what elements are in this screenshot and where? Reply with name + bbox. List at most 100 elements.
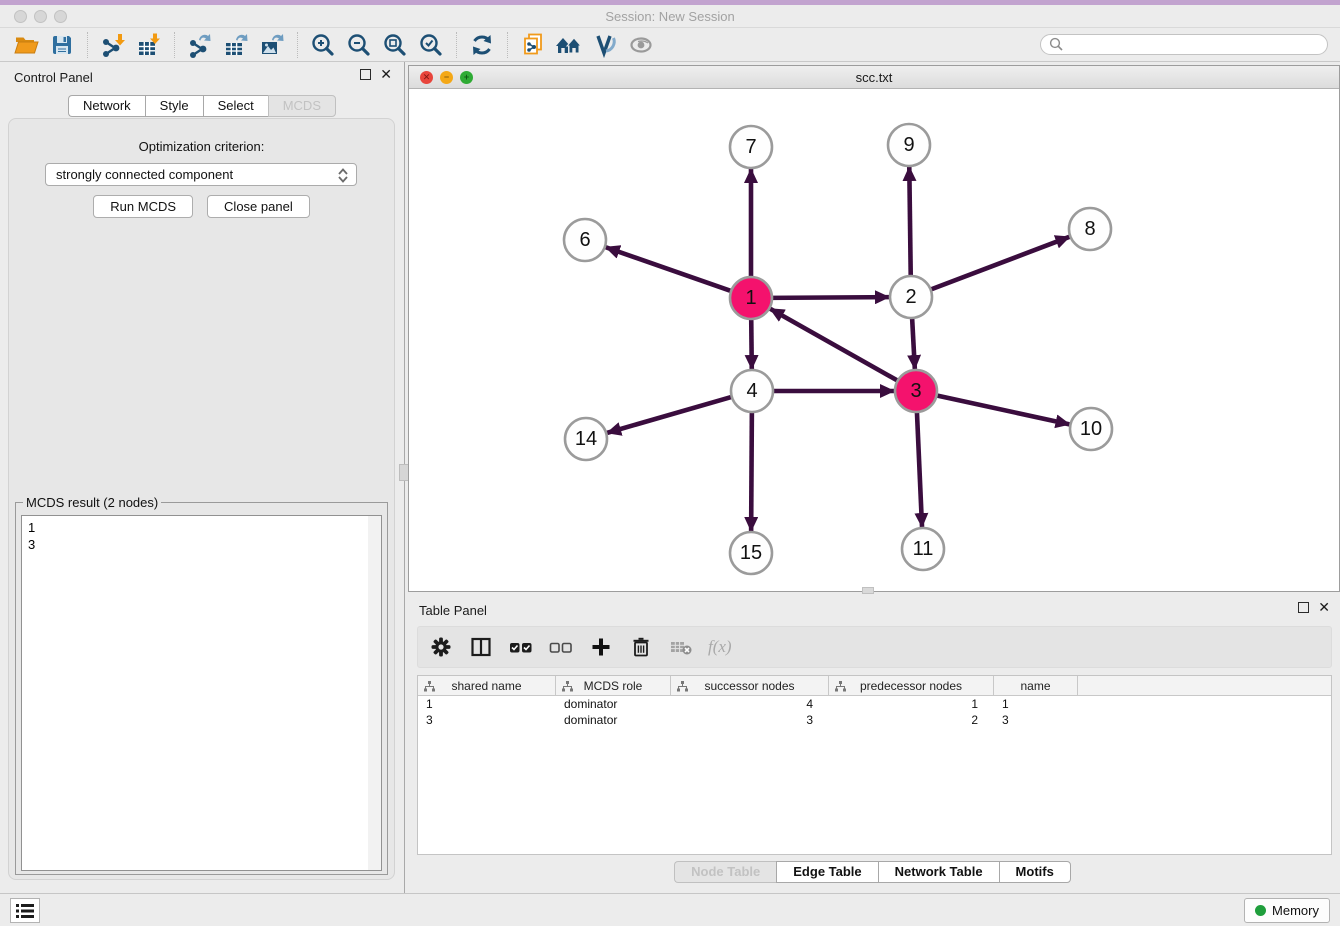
- deselect-all-icon[interactable]: [548, 634, 574, 660]
- graph-node-label-9: 9: [903, 134, 914, 156]
- table-cell[interactable]: 1: [418, 696, 556, 712]
- table-cell[interactable]: 3: [671, 712, 829, 728]
- column-header-label: MCDS role: [584, 679, 643, 693]
- column-header-name[interactable]: name: [994, 676, 1078, 695]
- memory-button[interactable]: Memory: [1244, 898, 1330, 923]
- mcds-result-text[interactable]: [21, 515, 382, 871]
- tab-network-table[interactable]: Network Table: [878, 861, 999, 883]
- optimization-criterion-label: Optimization criterion:: [9, 139, 394, 154]
- table-cell[interactable]: 2: [829, 712, 994, 728]
- control-panel-tabs: NetworkStyleSelectMCDS: [0, 95, 404, 117]
- show-columns-icon[interactable]: [468, 634, 494, 660]
- table-panel-tabs: Node TableEdge TableNetwork TableMotifs: [405, 861, 1340, 883]
- graph-edge-2-8[interactable]: [929, 237, 1070, 290]
- graph-edge-3-10[interactable]: [935, 395, 1070, 424]
- zoom-selected-icon[interactable]: [413, 30, 449, 60]
- fit-content-icon[interactable]: [377, 30, 413, 60]
- clone-network-icon[interactable]: [515, 30, 551, 60]
- graph-edge-1-2[interactable]: [770, 297, 889, 298]
- tab-select[interactable]: Select: [203, 95, 268, 117]
- export-image-icon[interactable]: [254, 30, 290, 60]
- table-row-0[interactable]: 1dominator411: [418, 696, 1331, 712]
- node-table: shared name MCDS role successor nodesprede…: [417, 675, 1332, 855]
- column-header-predecessor-nodes[interactable]: predecessor nodes: [829, 676, 994, 695]
- toolbar-separator: [297, 32, 298, 58]
- network-graph: 1234678910111415: [409, 89, 1339, 591]
- export-network-icon[interactable]: [182, 30, 218, 60]
- zoom-in-icon[interactable]: [305, 30, 341, 60]
- save-session-icon[interactable]: [44, 30, 80, 60]
- graph-node-label-8: 8: [1084, 218, 1095, 240]
- mcds-result-title: MCDS result (2 nodes): [23, 495, 161, 510]
- table-cell[interactable]: 3: [994, 712, 1078, 728]
- shared-column-icon: [424, 681, 435, 692]
- table-cell[interactable]: dominator: [556, 712, 671, 728]
- export-table-icon[interactable]: [218, 30, 254, 60]
- table-settings-icon[interactable]: [428, 634, 454, 660]
- graph-node-label-14: 14: [575, 428, 597, 450]
- main-toolbar: [0, 29, 1340, 62]
- table-panel-header: Table Panel ✕: [405, 595, 1340, 625]
- column-header-shared-name[interactable]: shared name: [418, 676, 556, 695]
- zoom-out-icon[interactable]: [341, 30, 377, 60]
- network-view-title: scc.txt: [409, 66, 1339, 89]
- network-canvas[interactable]: 1234678910111415: [409, 89, 1339, 591]
- graph-node-label-3: 3: [910, 380, 921, 402]
- table-panel-close-button[interactable]: ✕: [1318, 602, 1330, 613]
- app-title: Session: New Session: [0, 5, 1340, 28]
- table-cell[interactable]: 1: [994, 696, 1078, 712]
- graph-edge-1-4[interactable]: [751, 317, 752, 369]
- horizontal-splitter-handle[interactable]: [862, 587, 874, 594]
- show-graphics-details-icon[interactable]: [623, 30, 659, 60]
- table-row-1[interactable]: 3dominator323: [418, 712, 1331, 728]
- table-cell[interactable]: 3: [418, 712, 556, 728]
- tab-style[interactable]: Style: [145, 95, 203, 117]
- import-table-icon[interactable]: [131, 30, 167, 60]
- table-panel: Table Panel ✕: [405, 595, 1340, 893]
- graph-edge-3-1[interactable]: [770, 309, 899, 382]
- run-mcds-button[interactable]: Run MCDS: [93, 195, 193, 218]
- tab-mcds[interactable]: MCDS: [268, 95, 336, 117]
- column-header-successor-nodes[interactable]: successor nodes: [671, 676, 829, 695]
- shared-column-icon: [835, 681, 846, 692]
- graph-edge-2-3[interactable]: [912, 316, 915, 369]
- graph-edge-4-14[interactable]: [607, 396, 734, 433]
- tab-node-table[interactable]: Node Table: [674, 861, 776, 883]
- shared-column-icon: [562, 681, 573, 692]
- toolbar-separator: [87, 32, 88, 58]
- network-list-button[interactable]: [10, 898, 40, 923]
- delete-row-icon[interactable]: [628, 634, 654, 660]
- tab-motifs[interactable]: Motifs: [999, 861, 1071, 883]
- search-input[interactable]: [1064, 38, 1319, 52]
- graph-edge-4-15[interactable]: [751, 410, 752, 531]
- column-header-MCDS-role[interactable]: MCDS role: [556, 676, 671, 695]
- home-layout-icon[interactable]: [551, 30, 587, 60]
- select-all-icon[interactable]: [508, 634, 534, 660]
- graph-edge-3-11[interactable]: [917, 410, 922, 527]
- refresh-styles-icon[interactable]: [464, 30, 500, 60]
- optimization-criterion-value: strongly connected component: [56, 167, 233, 182]
- function-builder-icon[interactable]: f(x): [708, 637, 732, 657]
- graph-edge-1-6[interactable]: [606, 247, 733, 291]
- close-panel-button[interactable]: Close panel: [207, 195, 310, 218]
- search-field[interactable]: [1040, 34, 1328, 55]
- table-cell[interactable]: dominator: [556, 696, 671, 712]
- tab-network[interactable]: Network: [68, 95, 145, 117]
- add-row-icon[interactable]: [588, 634, 614, 660]
- graph-node-label-10: 10: [1080, 418, 1102, 440]
- vizmapper-icon[interactable]: [587, 30, 623, 60]
- table-toolbar: f(x): [417, 626, 1332, 668]
- table-panel-float-button[interactable]: [1298, 602, 1309, 613]
- search-icon: [1049, 37, 1064, 52]
- table-cell[interactable]: 4: [671, 696, 829, 712]
- control-panel-float-button[interactable]: [360, 69, 371, 80]
- import-network-icon[interactable]: [95, 30, 131, 60]
- graph-edge-2-9[interactable]: [909, 167, 910, 278]
- column-header-label: name: [1020, 679, 1050, 693]
- tab-edge-table[interactable]: Edge Table: [776, 861, 877, 883]
- optimization-criterion-select[interactable]: strongly connected component: [45, 163, 357, 186]
- delete-table-icon[interactable]: [668, 634, 694, 660]
- control-panel-close-button[interactable]: ✕: [380, 69, 392, 80]
- table-cell[interactable]: 1: [829, 696, 994, 712]
- open-session-icon[interactable]: [8, 30, 44, 60]
